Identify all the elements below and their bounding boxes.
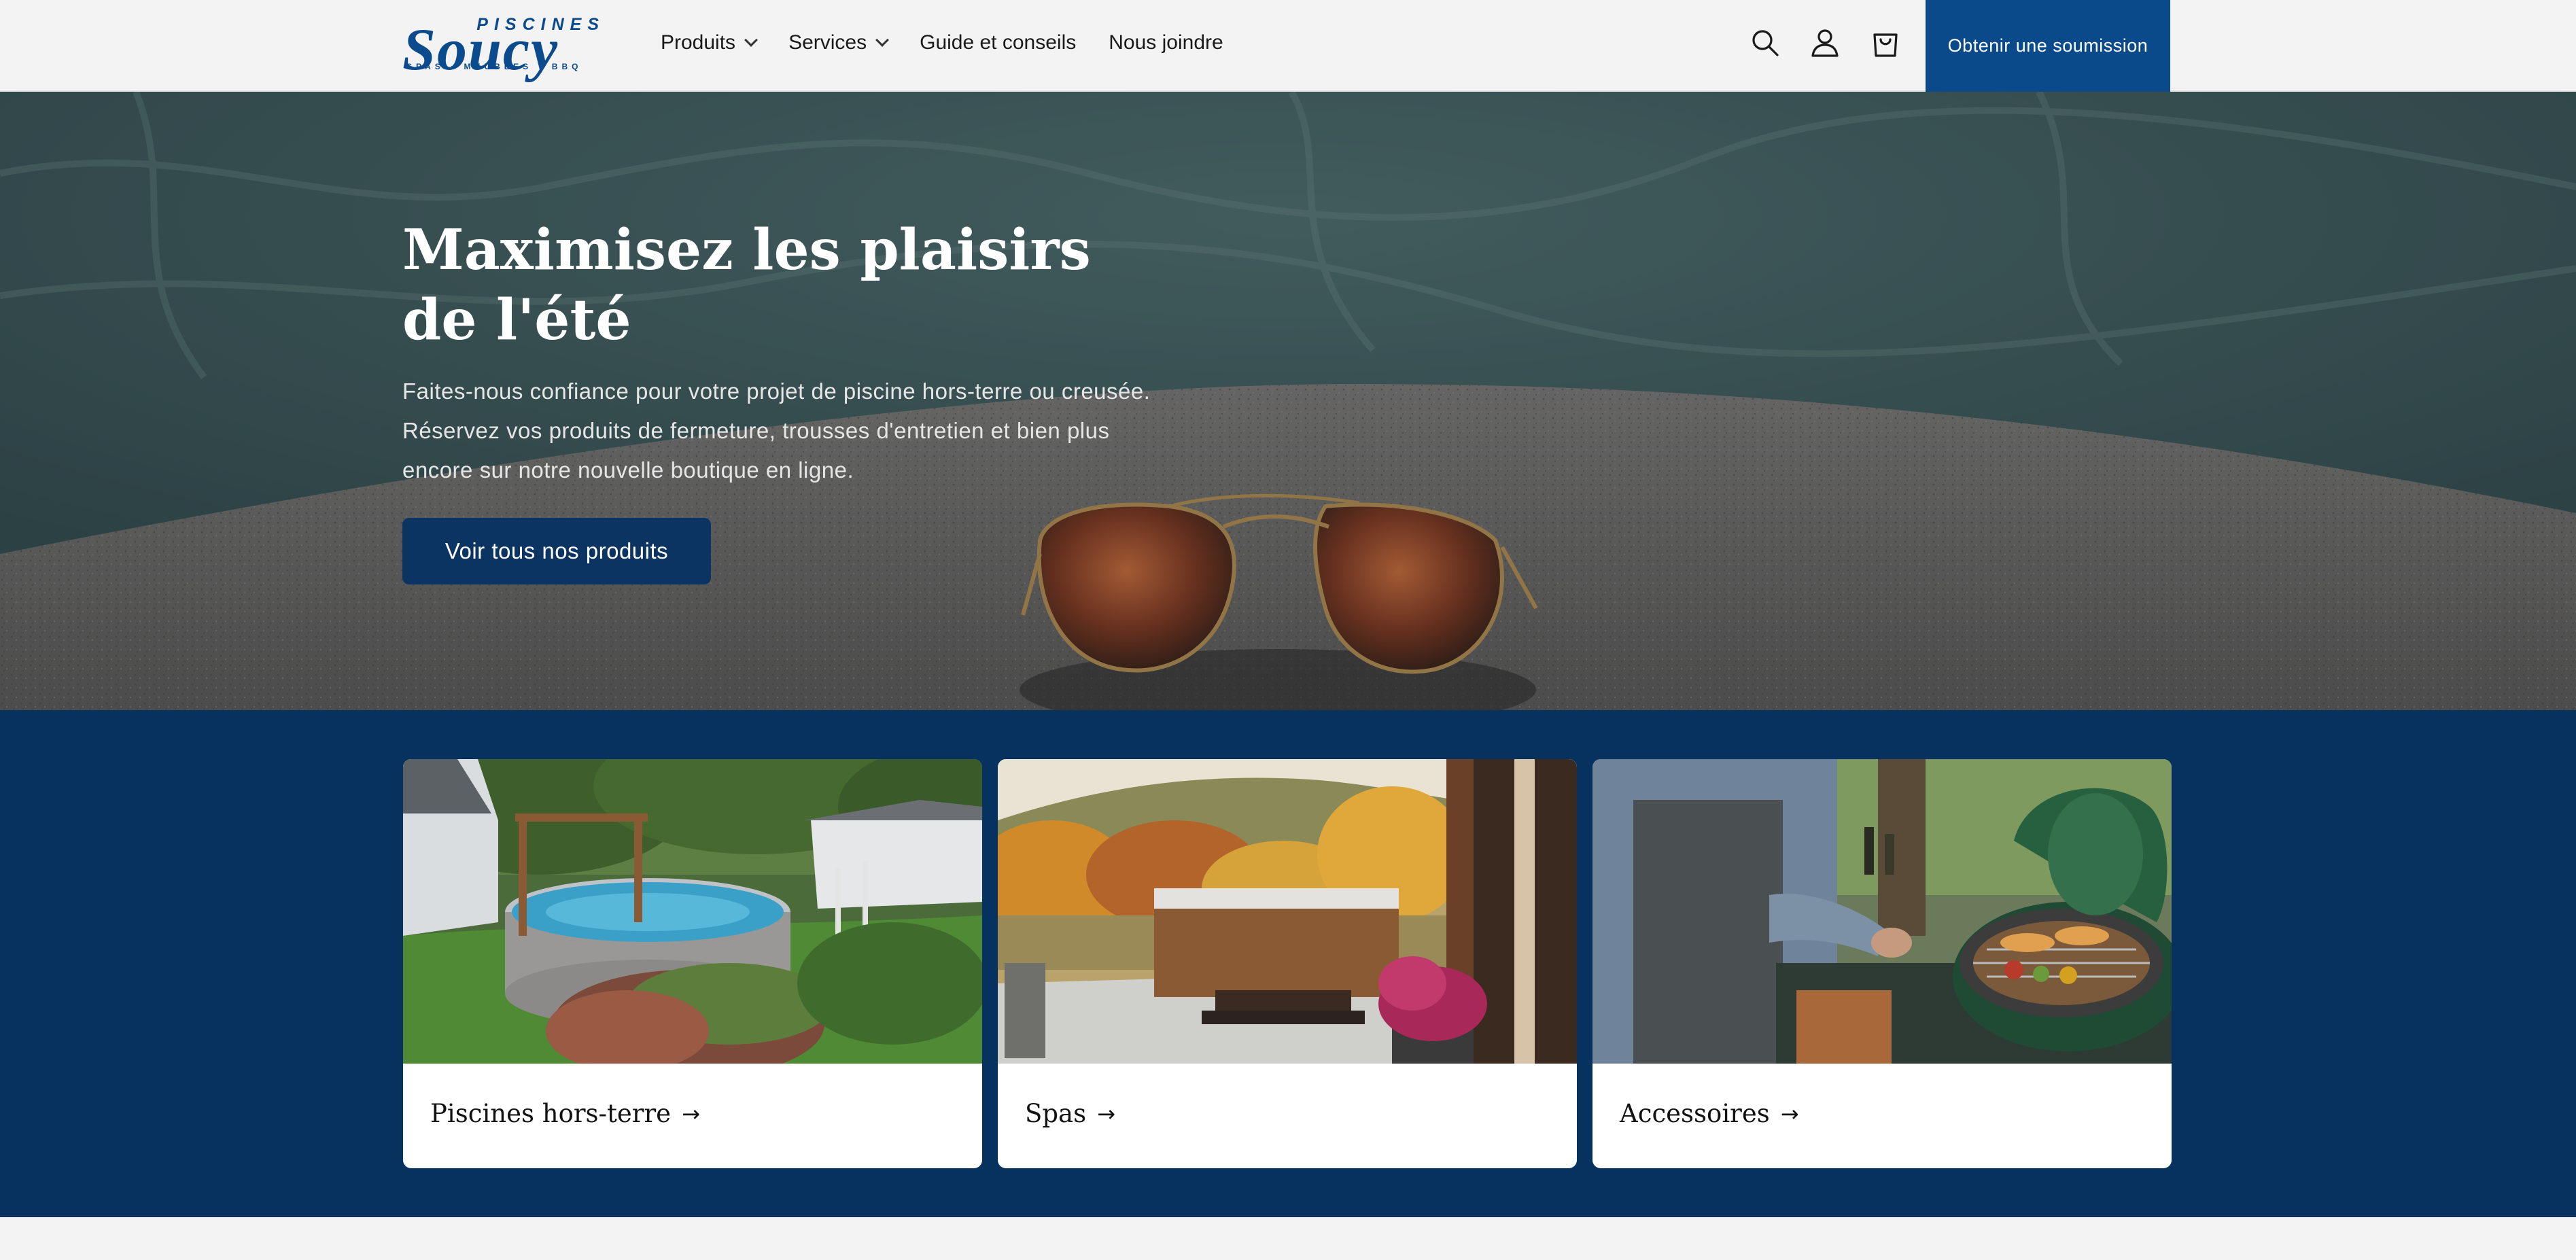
site-header: PISCINES Soucy SPAS · MEUBLES · BBQ Prod…	[0, 0, 2576, 92]
nav-item-label: Nous joindre	[1109, 31, 1223, 54]
spa-image	[998, 759, 1577, 1064]
category-card-piscines[interactable]: Piscines hors-terre →	[403, 759, 982, 1168]
category-name: Accessoires	[1620, 1099, 1770, 1128]
hero-banner: Maximisez les plaisirs de l'été Faites-n…	[0, 92, 2576, 710]
hero-overlay	[0, 92, 2576, 710]
nav-item-label: Guide et conseils	[920, 31, 1077, 54]
category-name: Piscines hors-terre	[430, 1099, 672, 1128]
nav-item-label: Produits	[661, 31, 736, 54]
chevron-down-icon	[744, 33, 758, 47]
category-card-spas[interactable]: Spas →	[998, 759, 1577, 1168]
category-card-label: Accessoires →	[1620, 1099, 1799, 1128]
cart-icon[interactable]	[1868, 26, 1902, 60]
get-quote-button[interactable]: Obtenir une soumission	[1926, 0, 2170, 92]
arrow-right-icon: →	[1780, 1100, 1799, 1127]
arrow-right-icon: →	[1097, 1100, 1115, 1127]
nav-item-services[interactable]: Services	[788, 0, 890, 86]
logo-sub-text: SPAS · MEUBLES · BBQ	[406, 62, 582, 71]
nav-item-produits[interactable]: Produits	[661, 0, 758, 86]
category-card-accessoires[interactable]: Accessoires →	[1592, 759, 2172, 1168]
above-ground-pool-image	[403, 759, 982, 1064]
nav-item-guide[interactable]: Guide et conseils	[920, 0, 1076, 86]
bbq-grill-image	[1592, 759, 2172, 1064]
site-logo[interactable]: PISCINES Soucy SPAS · MEUBLES · BBQ	[402, 14, 608, 80]
arrow-right-icon: →	[682, 1100, 700, 1127]
view-all-products-button[interactable]: Voir tous nos produits	[402, 518, 711, 584]
main-nav: Produits Services Guide et conseils Nous…	[661, 0, 1256, 86]
hero-description: Faites-nous confiance pour votre projet …	[402, 379, 1151, 483]
chevron-down-icon	[875, 33, 890, 47]
account-icon[interactable]	[1808, 26, 1842, 60]
category-section: Piscines hors-terre → Spas → Accessoires…	[0, 710, 2576, 1217]
search-icon[interactable]	[1748, 26, 1782, 60]
next-section-start	[0, 1217, 2576, 1260]
nav-item-contact[interactable]: Nous joindre	[1109, 0, 1223, 86]
category-card-label: Spas →	[1025, 1099, 1115, 1128]
nav-item-label: Services	[788, 31, 867, 54]
hero-title: Maximisez les plaisirs de l'été	[402, 217, 1091, 353]
category-name: Spas	[1025, 1099, 1087, 1128]
category-card-label: Piscines hors-terre →	[430, 1099, 700, 1128]
